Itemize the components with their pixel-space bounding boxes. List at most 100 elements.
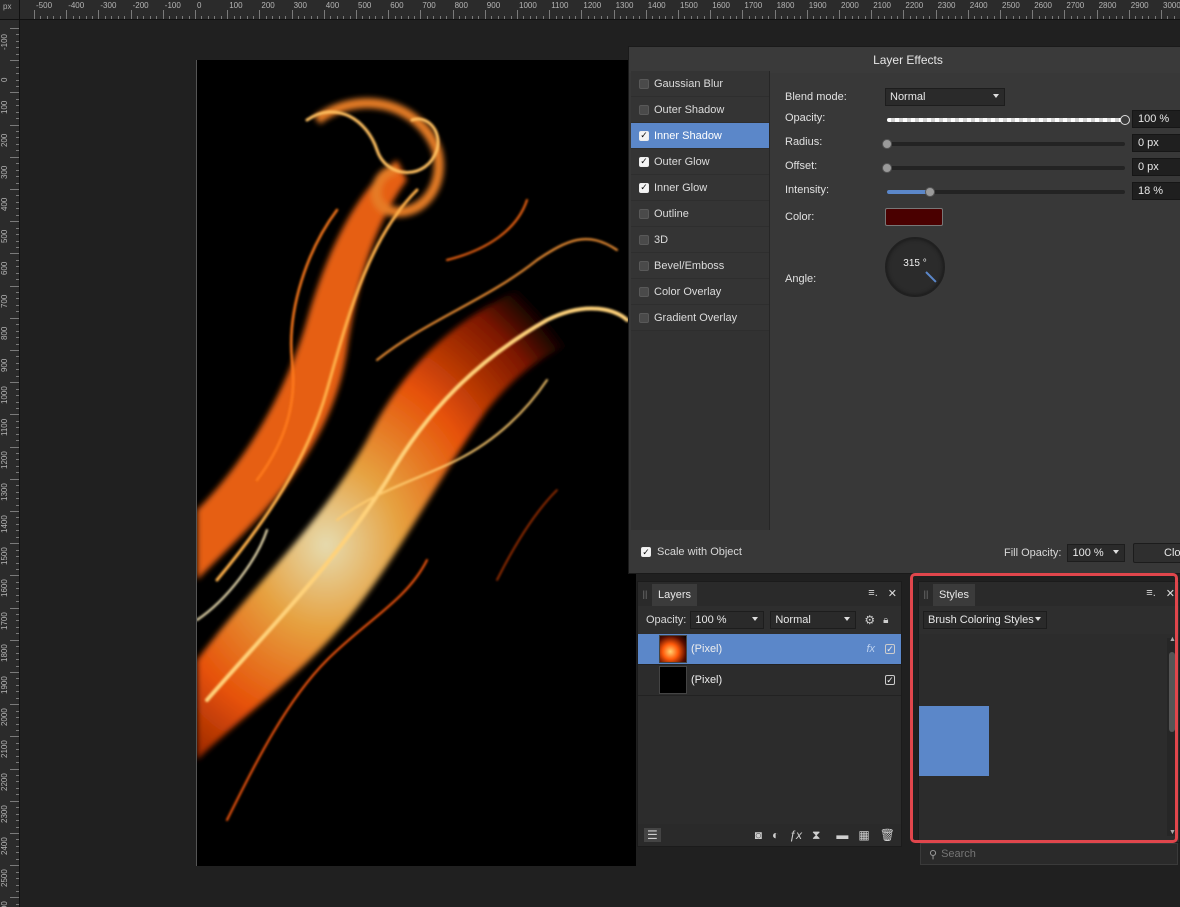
effect-checkbox[interactable] xyxy=(639,286,649,297)
effect-item[interactable]: Gaussian Blur xyxy=(631,71,769,97)
blend-mode-select[interactable]: Normal xyxy=(885,88,1005,106)
offset-slider[interactable] xyxy=(882,163,1125,173)
lock-icon[interactable]: 🔒︎ xyxy=(883,615,888,626)
effect-checkbox[interactable] xyxy=(639,234,649,245)
color-row: Color: xyxy=(785,208,943,226)
ruler-left[interactable]: -100 0 100 200 300 400 500 600 700 800 900 1000 1100… xyxy=(0,20,20,907)
effect-item[interactable]: ✓ Inner Glow xyxy=(631,175,769,201)
styles-search[interactable]: ⚲ xyxy=(920,843,1178,865)
ruler-minor-tick xyxy=(620,16,622,19)
layer-row[interactable]: (Pixel) ✓ xyxy=(638,665,901,696)
effect-item[interactable]: Gradient Overlay xyxy=(631,305,769,331)
ruler-left-label: 1100 xyxy=(0,419,9,437)
styles-scrollbar[interactable]: ▲ ▼ xyxy=(1167,636,1177,836)
layer-opacity-select[interactable]: 100 % xyxy=(690,611,765,629)
effect-checkbox[interactable]: ✓ xyxy=(639,182,649,193)
ruler-minor-tick xyxy=(16,362,19,364)
angle-dial[interactable]: 315 ° xyxy=(885,237,945,297)
close-icon[interactable]: ✕ xyxy=(1166,587,1175,600)
adjustment-icon[interactable]: ◐ xyxy=(772,828,779,842)
effect-checkbox[interactable] xyxy=(639,208,649,219)
intensity-value-field[interactable]: 18 % xyxy=(1132,182,1180,200)
effect-item[interactable]: Color Overlay xyxy=(631,279,769,305)
scale-with-object-checkbox[interactable]: ✓ xyxy=(641,547,651,557)
effect-checkbox[interactable] xyxy=(639,104,649,115)
effect-label: Outer Shadow xyxy=(654,103,725,116)
mask-icon[interactable]: ◙ xyxy=(755,828,762,842)
live-filter-icon[interactable]: ⧗ xyxy=(812,828,820,843)
panel-menu-icon[interactable]: ≡. xyxy=(868,587,877,600)
opacity-slider-knob[interactable] xyxy=(1120,115,1130,125)
ruler-minor-tick xyxy=(16,775,19,777)
radius-value-field[interactable]: 0 px xyxy=(1132,134,1180,152)
tab-layers[interactable]: Layers xyxy=(652,584,698,606)
layer-row[interactable]: (Pixel) fx ✓ xyxy=(638,634,901,665)
ruler-minor-tick xyxy=(240,16,242,19)
ruler-left-label: 1300 xyxy=(0,483,9,501)
radius-slider-knob[interactable] xyxy=(882,139,892,149)
ruler-minor-tick xyxy=(542,16,544,19)
layer-blend-select[interactable]: Normal xyxy=(770,611,857,629)
effect-checkbox[interactable] xyxy=(639,312,649,323)
effect-checkbox[interactable]: ✓ xyxy=(639,156,649,167)
ruler-left-label: 900 xyxy=(0,358,9,372)
close-icon[interactable]: ✕ xyxy=(888,587,897,600)
close-button[interactable]: Close xyxy=(1133,543,1180,563)
ruler-minor-tick xyxy=(16,890,19,892)
trash-icon[interactable]: 🗑︎ xyxy=(880,828,895,842)
effect-checkbox[interactable] xyxy=(639,78,649,89)
pixel-layer-icon[interactable]: ▦ xyxy=(858,828,869,842)
radius-slider[interactable] xyxy=(882,139,1125,149)
ruler-left-label: -100 xyxy=(0,33,9,50)
ruler-minor-tick xyxy=(16,47,19,49)
color-swatch[interactable] xyxy=(885,208,943,226)
layers-stack-icon[interactable]: ☰ xyxy=(644,828,661,842)
panel-menu-icon[interactable]: ≡. xyxy=(1146,587,1155,600)
layer-name[interactable]: (Pixel) xyxy=(691,643,722,655)
drag-grip-icon[interactable]: || xyxy=(638,582,652,606)
layer-thumbnail xyxy=(659,666,687,694)
ruler-top[interactable]: -500 -400 -300 -200 -100 0 100 200 300 400 500 600 7… xyxy=(0,0,1180,20)
ruler-minor-tick xyxy=(974,16,976,19)
layer-name[interactable]: (Pixel) xyxy=(691,674,722,686)
drag-grip-icon[interactable]: || xyxy=(919,582,933,606)
offset-value-field[interactable]: 0 px xyxy=(1132,158,1180,176)
style-swatch[interactable] xyxy=(919,706,989,776)
styles-category-select[interactable]: Brush Coloring Styles xyxy=(923,611,1047,629)
ruler-minor-tick xyxy=(16,304,19,306)
effect-item[interactable]: Bevel/Emboss xyxy=(631,253,769,279)
effect-item[interactable]: 3D xyxy=(631,227,769,253)
group-folder-icon[interactable]: ▬ xyxy=(836,828,848,842)
scale-with-object-option[interactable]: ✓ Scale with Object xyxy=(641,546,742,558)
scrollbar-thumb[interactable] xyxy=(1169,652,1175,732)
document-canvas[interactable] xyxy=(196,60,636,866)
effect-checkbox[interactable] xyxy=(639,260,649,271)
gear-icon[interactable]: ⚙ xyxy=(864,613,875,627)
opacity-slider[interactable] xyxy=(887,115,1130,125)
opacity-value-field[interactable]: 100 % xyxy=(1132,110,1180,128)
intensity-slider[interactable] xyxy=(887,187,1125,197)
visibility-checkbox[interactable]: ✓ xyxy=(885,644,895,654)
tab-styles[interactable]: Styles xyxy=(933,584,975,606)
ruler-left-label: 100 xyxy=(0,101,9,115)
effect-item[interactable]: Outer Shadow xyxy=(631,97,769,123)
offset-slider-knob[interactable] xyxy=(882,163,892,173)
search-input[interactable] xyxy=(941,848,1152,860)
ruler-minor-tick xyxy=(510,16,512,19)
fx-badge[interactable]: fx xyxy=(866,643,875,655)
effect-item[interactable]: ✓ Inner Shadow xyxy=(631,123,769,149)
scroll-down-icon[interactable]: ▼ xyxy=(1169,829,1176,836)
scroll-up-icon[interactable]: ▲ xyxy=(1169,636,1176,643)
effect-checkbox[interactable]: ✓ xyxy=(639,130,649,141)
ruler-left-label: 2200 xyxy=(0,772,9,791)
fill-opacity-select[interactable]: 100 % xyxy=(1067,544,1126,562)
effect-item[interactable]: Outline xyxy=(631,201,769,227)
effect-item[interactable]: ✓ Outer Glow xyxy=(631,149,769,175)
visibility-checkbox[interactable]: ✓ xyxy=(885,675,895,685)
ruler-minor-tick xyxy=(72,16,74,19)
fx-icon[interactable]: ƒx xyxy=(789,828,802,842)
ruler-minor-tick xyxy=(562,16,564,19)
ruler-minor-tick xyxy=(1083,16,1085,19)
intensity-slider-knob[interactable] xyxy=(924,187,935,197)
ruler-minor-tick xyxy=(16,356,19,358)
